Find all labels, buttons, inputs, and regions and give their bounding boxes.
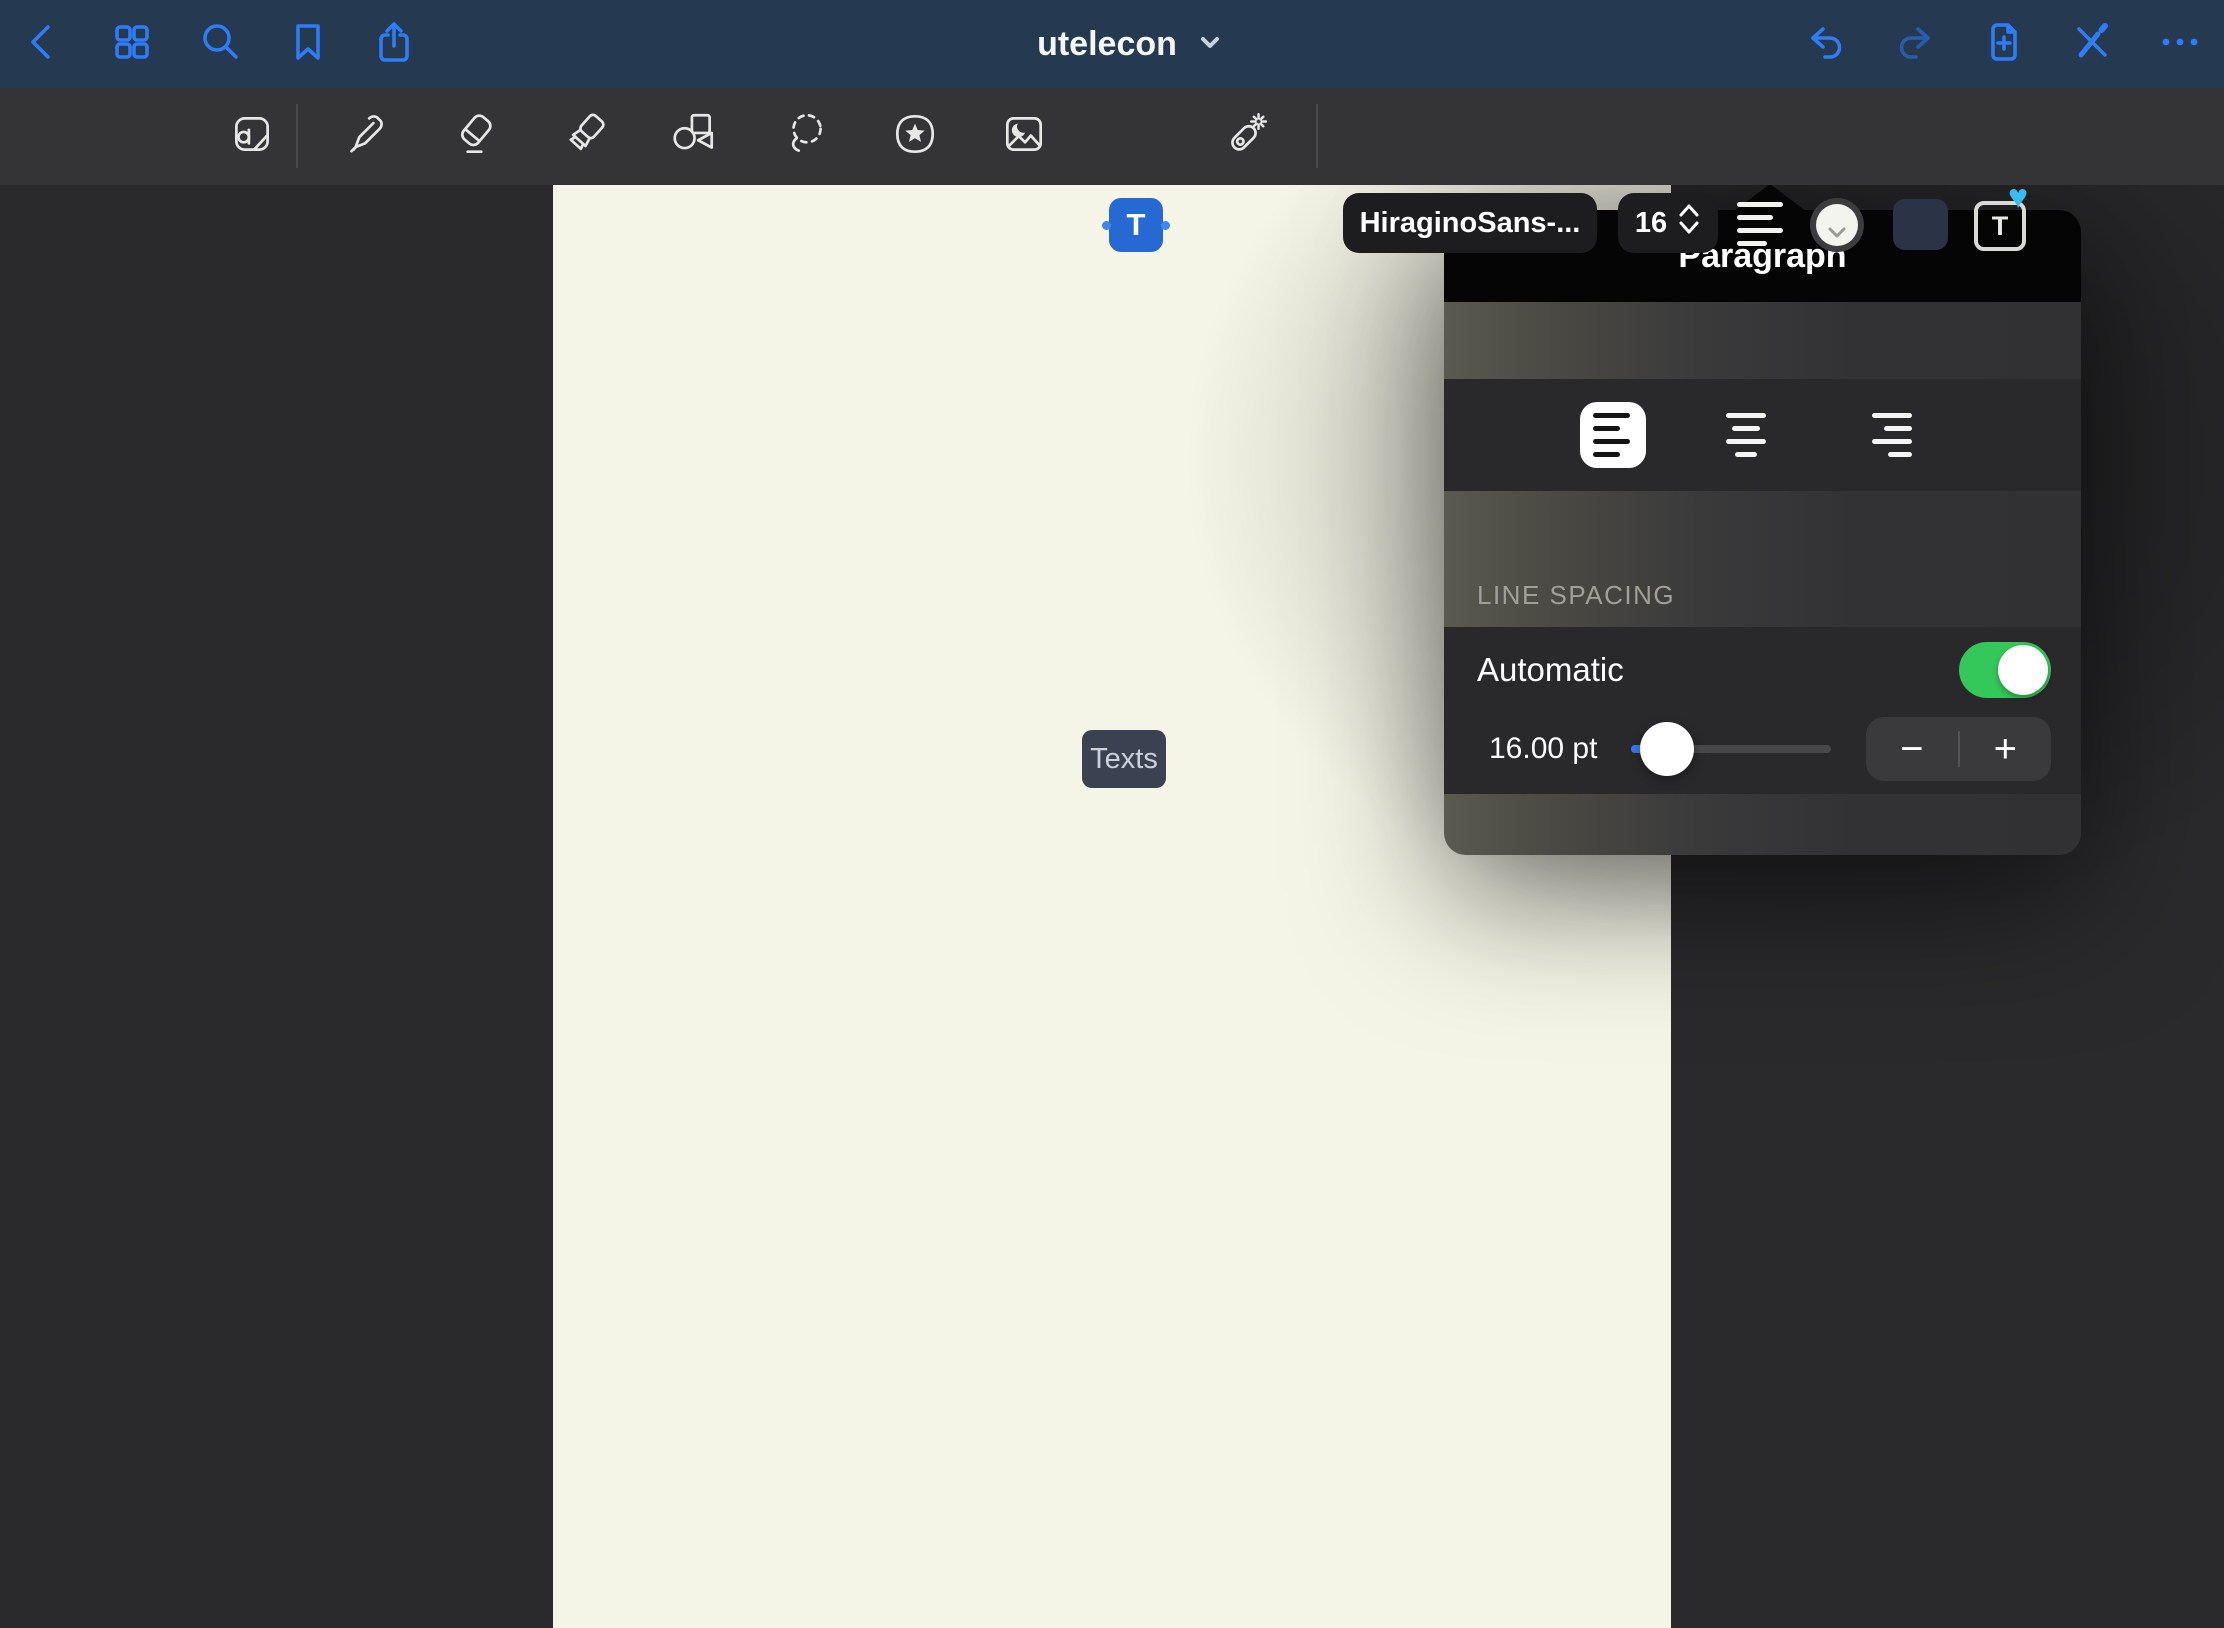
automatic-row: Automatic xyxy=(1444,631,2081,709)
undo-icon xyxy=(1804,18,1852,71)
app-window: utelecon xyxy=(0,0,2224,1628)
highlighter-tool[interactable] xyxy=(559,108,615,164)
image-icon xyxy=(999,109,1049,164)
increase-spacing-button[interactable]: + xyxy=(1960,717,2052,781)
document-title-group[interactable]: utelecon xyxy=(980,0,1280,88)
text-background-swatch[interactable] xyxy=(1893,199,1948,250)
text-style-button[interactable]: T xyxy=(1974,201,2026,251)
edit-mode-tool[interactable] xyxy=(224,108,280,164)
align-right-button[interactable] xyxy=(1846,402,1912,468)
image-tool[interactable] xyxy=(996,108,1052,164)
stickers-icon xyxy=(890,109,940,164)
decrease-spacing-button[interactable]: − xyxy=(1866,717,1958,781)
shapes-icon xyxy=(669,109,719,164)
text-style-letter: T xyxy=(1992,211,2009,242)
line-spacing-section: Automatic 16.00 pt − + xyxy=(1444,627,2081,794)
eraser-tool[interactable] xyxy=(447,108,503,164)
font-family-label: HiraginoSans-... xyxy=(1360,207,1581,240)
exit-markup-button[interactable] xyxy=(2064,16,2120,72)
line-spacing-section-header: LINE SPACING xyxy=(1444,491,2081,627)
text-object-label: Texts xyxy=(1090,743,1158,776)
pen-tool[interactable] xyxy=(336,108,392,164)
lasso-icon xyxy=(781,109,831,164)
redo-icon xyxy=(1889,18,1937,71)
shapes-tool[interactable] xyxy=(666,108,722,164)
undo-button[interactable] xyxy=(1800,16,1856,72)
text-object[interactable]: Texts xyxy=(1082,730,1166,788)
thumbnails-button[interactable] xyxy=(104,16,160,72)
document-title: utelecon xyxy=(1037,25,1177,64)
eraser-icon xyxy=(450,109,500,164)
paragraph-alignment-button[interactable] xyxy=(1737,198,1791,250)
toolbar-divider xyxy=(1316,104,1318,168)
text-tool-letter: T xyxy=(1127,207,1146,243)
toolbar-divider xyxy=(296,104,298,168)
text-color-button[interactable] xyxy=(1810,198,1864,252)
bookmark-button[interactable] xyxy=(280,16,336,72)
size-stepper-icon xyxy=(1677,201,1701,245)
text-tool-selected[interactable]: T xyxy=(1109,198,1163,252)
spacing-stepper: − + xyxy=(1866,717,2051,781)
redo-button[interactable] xyxy=(1885,16,1941,72)
share-icon xyxy=(370,18,418,71)
top-navigation-bar: utelecon xyxy=(0,0,2224,88)
automatic-toggle[interactable] xyxy=(1959,642,2051,698)
add-page-icon xyxy=(1980,18,2028,71)
drawing-toolbar: T HiraginoSans-... 16 T ♥ xyxy=(0,88,2224,185)
automatic-label: Automatic xyxy=(1477,651,1624,689)
search-icon xyxy=(196,18,244,71)
chevron-down-icon xyxy=(1197,29,1223,60)
selection-handle-right xyxy=(1161,221,1170,230)
font-size-button[interactable]: 16 xyxy=(1618,193,1718,253)
selection-handle-left xyxy=(1102,221,1111,230)
align-left-button[interactable] xyxy=(1580,402,1646,468)
edit-mode-icon xyxy=(227,109,277,164)
font-family-button[interactable]: HiraginoSans-... xyxy=(1343,193,1597,253)
lasso-tool[interactable] xyxy=(778,108,834,164)
spacing-slider-row: 16.00 pt − + xyxy=(1444,709,2081,789)
highlighter-icon xyxy=(562,109,612,164)
more-button[interactable] xyxy=(2152,16,2208,72)
spacing-slider[interactable] xyxy=(1631,745,1831,753)
align-center-button[interactable] xyxy=(1713,402,1779,468)
search-button[interactable] xyxy=(192,16,248,72)
share-button[interactable] xyxy=(366,16,422,72)
toggle-knob xyxy=(1998,645,2048,695)
stickers-tool[interactable] xyxy=(887,108,943,164)
line-spacing-label: LINE SPACING xyxy=(1477,580,1675,611)
grid-icon xyxy=(108,18,156,71)
popover-spacer xyxy=(1444,302,2081,379)
back-button[interactable] xyxy=(15,16,71,72)
back-chevron-icon xyxy=(19,18,67,71)
font-size-value: 16 xyxy=(1635,207,1667,240)
laser-pointer-tool[interactable] xyxy=(1217,108,1273,164)
slider-thumb[interactable] xyxy=(1640,722,1694,776)
laser-pointer-icon xyxy=(1220,109,1270,164)
popover-footer xyxy=(1444,794,2081,855)
add-page-button[interactable] xyxy=(1976,16,2032,72)
spacing-value: 16.00 pt xyxy=(1489,732,1631,766)
pen-icon xyxy=(339,109,389,164)
paragraph-popover: Paragraph LINE SPACING xyxy=(1444,210,2081,855)
bookmark-icon xyxy=(284,18,332,71)
alignment-row xyxy=(1444,379,2081,491)
text-color-swatch xyxy=(1816,204,1858,246)
more-ellipsis-icon xyxy=(2156,18,2204,71)
crossed-pencil-icon xyxy=(2068,18,2116,71)
